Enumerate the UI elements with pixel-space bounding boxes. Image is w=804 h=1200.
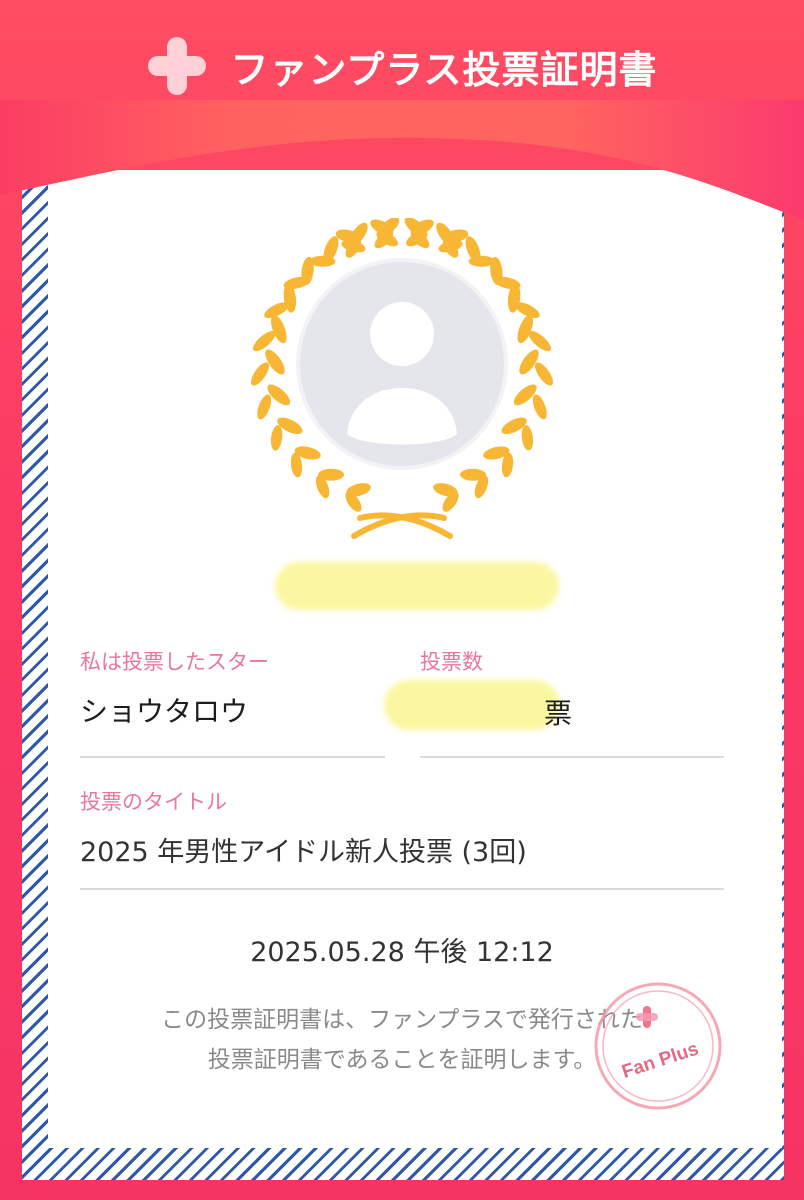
issued-timestamp: 2025.05.28 午後 12:12 bbox=[250, 937, 554, 968]
vote-title-label: 投票のタイトル bbox=[80, 790, 227, 814]
vote-title-value: 2025 年男性アイドル新人投票 (3回) bbox=[80, 837, 527, 868]
redacted-vote-count bbox=[384, 680, 560, 730]
header-wave bbox=[0, 100, 804, 220]
redacted-name bbox=[275, 562, 559, 610]
avatar-medal bbox=[250, 218, 554, 539]
stamp-text: Fan Plus bbox=[619, 1039, 701, 1083]
divider bbox=[420, 756, 724, 758]
voted-star-label: 私は投票したスター bbox=[80, 650, 269, 674]
divider bbox=[80, 888, 724, 890]
vote-count-label: 投票数 bbox=[420, 650, 483, 674]
page-title: ファンプラス投票証明書 bbox=[230, 47, 658, 92]
fanplus-stamp: Fan Plus bbox=[594, 982, 722, 1110]
vote-count-unit: 票 bbox=[544, 697, 573, 730]
fanplus-logo-icon bbox=[636, 1006, 658, 1028]
fanplus-logo-icon bbox=[148, 37, 207, 95]
divider bbox=[80, 756, 385, 758]
voted-star-value: ショウタロウ bbox=[80, 695, 249, 728]
